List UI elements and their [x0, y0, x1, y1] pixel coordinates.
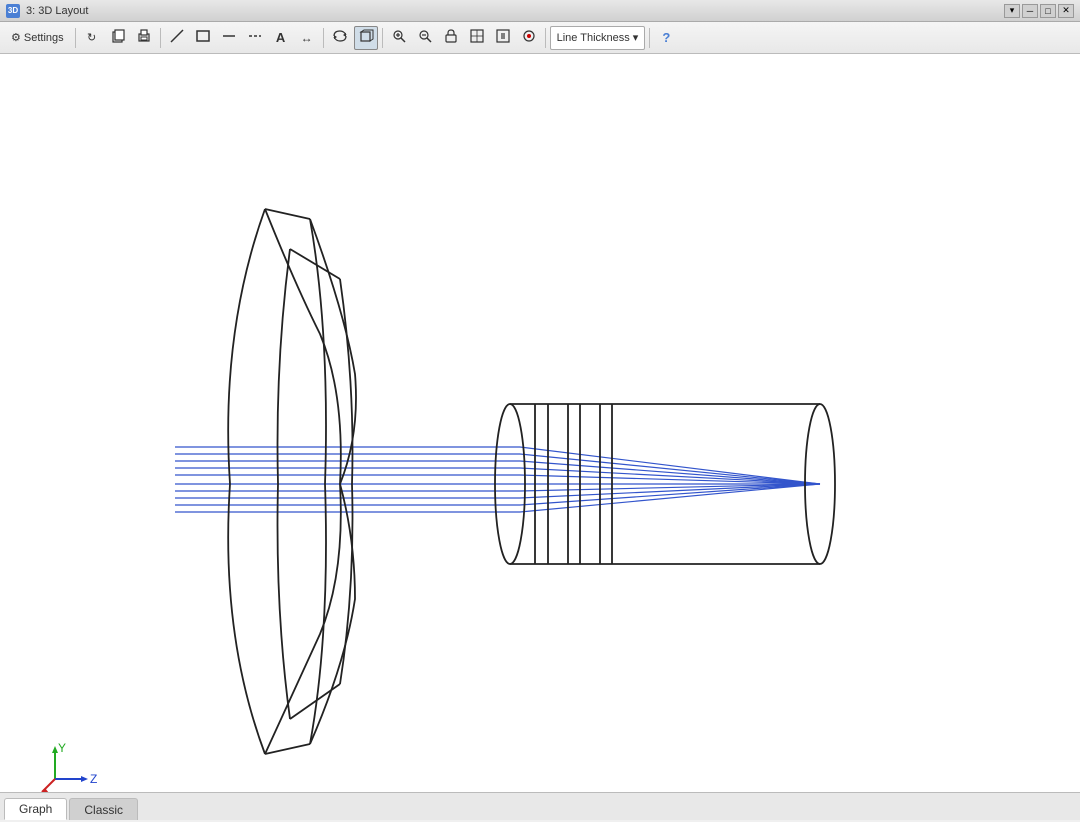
line-tool-button[interactable] [165, 26, 189, 50]
settings-button[interactable]: ⚙ Settings [4, 26, 71, 50]
window-controls: ▾ ─ □ ✕ [1004, 4, 1074, 18]
tab-graph-label: Graph [19, 802, 52, 816]
dash-line-icon [248, 29, 262, 46]
lock-icon [445, 29, 457, 46]
bottom-tabs: Graph Classic [0, 792, 1080, 820]
title-bar-left: 3D 3: 3D Layout [6, 4, 88, 18]
rotate-button[interactable] [328, 26, 352, 50]
maximize-btn[interactable]: □ [1040, 4, 1056, 18]
separator-6 [649, 28, 650, 48]
print-icon [137, 29, 151, 46]
export-icon [496, 29, 510, 46]
arrow-icon: ↔ [301, 31, 313, 45]
zoom-out-button[interactable] [413, 26, 437, 50]
3d-view-button[interactable] [354, 26, 378, 50]
text-icon: A [276, 30, 285, 45]
lock-button[interactable] [439, 26, 463, 50]
settings-icon: ⚙ [11, 31, 21, 44]
toolbar: ⚙ Settings ↻ A [0, 22, 1080, 54]
copy-icon [111, 29, 125, 46]
record-icon [522, 29, 536, 46]
line-thickness-arrow-icon: ▾ [633, 31, 639, 44]
diagonal-line-button[interactable] [217, 26, 241, 50]
help-button[interactable]: ? [654, 26, 678, 50]
canvas-area[interactable]: 20 mm Y Z [0, 54, 1080, 792]
svg-text:Z: Z [90, 772, 97, 786]
diagonal-line-icon [222, 29, 236, 46]
settings-label: Settings [24, 32, 64, 44]
separator-1 [75, 28, 76, 48]
line-thickness-button[interactable]: Line Thickness ▾ [550, 26, 646, 50]
tab-graph[interactable]: Graph [4, 798, 67, 820]
rotate-icon [332, 29, 348, 46]
minimize-btn[interactable]: ─ [1022, 4, 1038, 18]
separator-2 [160, 28, 161, 48]
title-bar: 3D 3: 3D Layout ▾ ─ □ ✕ [0, 0, 1080, 22]
separator-3 [323, 28, 324, 48]
menu-btn[interactable]: ▾ [1004, 4, 1020, 18]
dash-line-button[interactable] [243, 26, 267, 50]
zoom-out-icon [418, 29, 432, 46]
tab-classic-label: Classic [84, 803, 123, 817]
optical-diagram: 20 mm Y Z [0, 54, 1080, 792]
copy-button[interactable] [106, 26, 130, 50]
fit-button[interactable] [465, 26, 489, 50]
window-icon: 3D [6, 4, 20, 18]
refresh-icon: ↻ [87, 31, 96, 44]
tab-classic[interactable]: Classic [69, 798, 138, 820]
separator-5 [545, 28, 546, 48]
help-icon: ? [662, 30, 670, 45]
arrow-tool-button[interactable]: ↔ [295, 26, 319, 50]
separator-4 [382, 28, 383, 48]
svg-text:Y: Y [58, 741, 66, 755]
zoom-in-button[interactable] [387, 26, 411, 50]
export-button[interactable] [491, 26, 515, 50]
window-title: 3: 3D Layout [26, 5, 88, 17]
rectangle-icon [196, 29, 210, 46]
fit-icon [470, 29, 484, 46]
zoom-in-icon [392, 29, 406, 46]
3d-icon [358, 29, 374, 46]
refresh-button[interactable]: ↻ [80, 26, 104, 50]
record-button[interactable] [517, 26, 541, 50]
line-thickness-label: Line Thickness [557, 32, 630, 44]
line-icon [170, 29, 184, 46]
rectangle-tool-button[interactable] [191, 26, 215, 50]
text-tool-button[interactable]: A [269, 26, 293, 50]
close-btn[interactable]: ✕ [1058, 4, 1074, 18]
print-button[interactable] [132, 26, 156, 50]
